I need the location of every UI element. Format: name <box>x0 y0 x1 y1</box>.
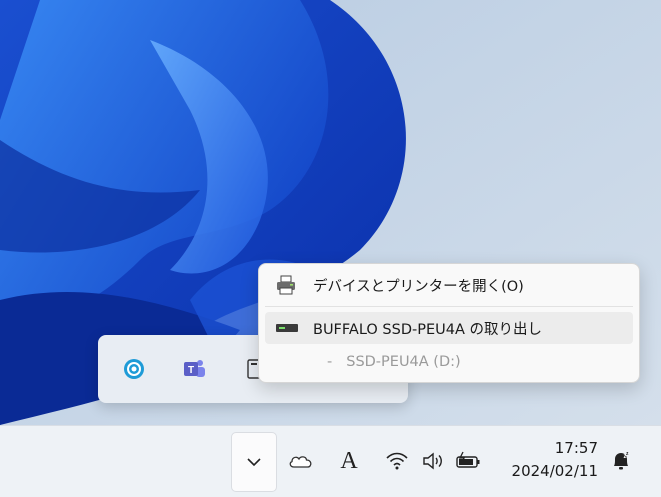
drive-icon <box>273 322 301 334</box>
ime-indicator[interactable]: A <box>336 444 362 478</box>
show-hidden-icons-button[interactable] <box>231 432 277 492</box>
menu-item-label: デバイスとプリンターを開く(O) <box>313 278 524 295</box>
volume-icon[interactable] <box>420 444 446 478</box>
sync-icon[interactable] <box>120 355 148 383</box>
subitem-label: SSD-PEU4A (D:) <box>346 354 461 370</box>
wifi-icon[interactable] <box>384 444 410 478</box>
subitem-dash: - <box>327 354 333 370</box>
clock-date[interactable]: 2024/02/11 <box>512 462 598 480</box>
clock-time[interactable]: 17:57 <box>555 439 598 457</box>
notification-bell-icon[interactable]: z z <box>608 444 634 478</box>
menu-item-label: BUFFALO SSD-PEU4A の取り出し <box>313 321 542 338</box>
menu-separator <box>265 306 633 307</box>
menu-item-open-devices-printers[interactable]: デバイスとプリンターを開く(O) <box>265 269 633 301</box>
battery-icon[interactable] <box>455 444 483 478</box>
menu-subitem-volume: - SSD-PEU4A (D:) <box>327 354 461 370</box>
svg-text:z: z <box>626 451 629 457</box>
printer-icon <box>273 274 301 296</box>
onedrive-icon[interactable] <box>287 444 315 478</box>
chevron-up-icon <box>247 458 261 467</box>
drive-context-menu: デバイスとプリンターを開く(O) BUFFALO SSD-PEU4A の取り出し… <box>258 263 640 383</box>
svg-text:T: T <box>188 365 194 376</box>
teams-icon[interactable]: T <box>180 355 208 383</box>
taskbar: A 17:57 2024/02/11 z z <box>0 425 661 497</box>
ime-label: A <box>340 447 358 474</box>
menu-item-eject-drive[interactable]: BUFFALO SSD-PEU4A の取り出し <box>265 312 633 344</box>
